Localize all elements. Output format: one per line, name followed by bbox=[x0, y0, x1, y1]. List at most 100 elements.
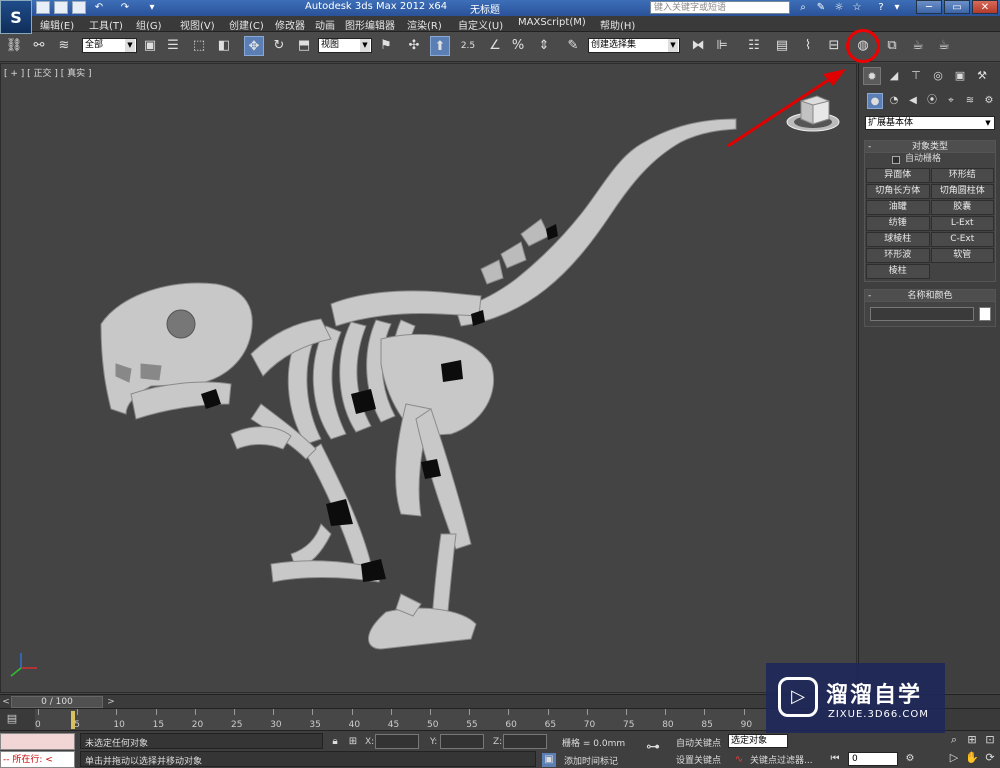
close-button[interactable]: ✕ bbox=[972, 0, 998, 14]
menu-rendering[interactable]: 渲染(R) bbox=[407, 17, 442, 32]
menu-tools[interactable]: 工具(T) bbox=[89, 17, 123, 32]
autogrid-checkbox[interactable] bbox=[892, 156, 900, 164]
maxscript-listener-input[interactable] bbox=[0, 733, 75, 750]
communication-icon[interactable]: ☼ bbox=[832, 1, 846, 14]
chamfer-box-button[interactable]: 切角长方体 bbox=[866, 184, 930, 199]
zoom-extents-icon[interactable]: ⊡ bbox=[982, 732, 998, 748]
viewport-front[interactable]: [ + ] [ 正交 ] [ 真实 ] bbox=[0, 63, 857, 693]
l-ext-button[interactable]: L-Ext bbox=[930, 216, 994, 231]
menu-edit[interactable]: 编辑(E) bbox=[40, 17, 74, 32]
display-tab-icon[interactable]: ▣ bbox=[951, 67, 969, 85]
gengon-button[interactable]: 球棱柱 bbox=[866, 232, 930, 247]
add-time-tag-button[interactable]: 添加时间标记 bbox=[564, 754, 618, 767]
menu-group[interactable]: 组(G) bbox=[136, 17, 162, 32]
time-slider-prev-icon[interactable]: < bbox=[1, 695, 11, 709]
menu-views[interactable]: 视图(V) bbox=[180, 17, 215, 32]
menu-customize[interactable]: 自定义(U) bbox=[458, 17, 503, 32]
orbit-icon[interactable]: ⟳ bbox=[982, 750, 998, 766]
object-type-rollout-header[interactable]: - 对象类型 bbox=[865, 141, 995, 153]
menu-maxscript[interactable]: MAXScript(M) bbox=[518, 17, 586, 28]
restore-button[interactable]: ▭ bbox=[944, 0, 970, 14]
minimize-button[interactable]: ─ bbox=[916, 0, 942, 14]
set-key-button[interactable]: 设置关键点 bbox=[676, 753, 721, 766]
help-icon[interactable]: ? bbox=[874, 1, 888, 14]
systems-icon[interactable]: ⚙ bbox=[981, 93, 997, 109]
save-file-icon[interactable] bbox=[72, 1, 86, 14]
create-tab-icon[interactable]: ✹ bbox=[863, 67, 881, 85]
oil-tank-button[interactable]: 油罐 bbox=[866, 200, 930, 215]
named-selection-dropdown[interactable]: 创建选择集 ▼ bbox=[588, 38, 680, 53]
maxscript-output[interactable]: -- 所在行: < bbox=[0, 751, 75, 768]
name-color-rollout-header[interactable]: - 名称和颜色 bbox=[865, 290, 995, 302]
motion-tab-icon[interactable]: ◎ bbox=[929, 67, 947, 85]
unlink-icon[interactable]: ⚯ bbox=[29, 36, 49, 56]
time-slider-thumb[interactable]: 0 / 100 bbox=[11, 696, 103, 708]
keyboard-shortcut-override-icon[interactable]: ⬆ bbox=[430, 36, 450, 56]
key-filters-button[interactable]: 关键点过滤器... bbox=[750, 753, 813, 766]
modify-tab-icon[interactable]: ◢ bbox=[885, 67, 903, 85]
link-icon[interactable]: ⛓ bbox=[4, 36, 24, 56]
window-crossing-icon[interactable]: ◧ bbox=[214, 36, 234, 56]
render-setup-icon[interactable]: ⧉ bbox=[882, 36, 902, 56]
select-object-icon[interactable]: ▣ bbox=[140, 36, 160, 56]
current-frame-input[interactable]: 0 bbox=[848, 752, 898, 766]
prism-button[interactable]: 棱柱 bbox=[866, 264, 930, 279]
geometry-icon[interactable]: ● bbox=[867, 93, 883, 109]
rendered-frame-window-icon[interactable]: ☕ bbox=[908, 36, 928, 56]
new-file-icon[interactable] bbox=[36, 1, 50, 14]
absolute-mode-icon[interactable]: ⊞ bbox=[346, 735, 360, 749]
undo-icon[interactable]: ↶ bbox=[92, 1, 106, 14]
hedra-button[interactable]: 异面体 bbox=[866, 168, 930, 183]
select-by-name-icon[interactable]: ☰ bbox=[163, 36, 183, 56]
bind-space-warp-icon[interactable]: ≋ bbox=[54, 36, 74, 56]
align-icon[interactable]: ⊫ bbox=[712, 36, 732, 56]
x-coordinate-input[interactable] bbox=[375, 734, 419, 749]
subscription-icon[interactable]: ✎ bbox=[814, 1, 828, 14]
angle-snap-icon[interactable]: ∠ bbox=[485, 36, 505, 56]
hose-button[interactable]: 软管 bbox=[930, 248, 994, 263]
key-selection-dropdown[interactable]: 选定对象 bbox=[728, 734, 788, 748]
menu-help[interactable]: 帮助(H) bbox=[600, 17, 635, 32]
open-file-icon[interactable] bbox=[54, 1, 68, 14]
edit-named-selection-icon[interactable]: ✎ bbox=[563, 36, 583, 56]
utilities-tab-icon[interactable]: ⚒ bbox=[973, 67, 991, 85]
graphite-modeling-icon[interactable]: ▤ bbox=[772, 36, 792, 56]
track-bar-toggle-icon[interactable]: ▤ bbox=[4, 712, 20, 728]
chamfer-cyl-button[interactable]: 切角圆柱体 bbox=[930, 184, 994, 199]
reference-coordinate-dropdown[interactable]: 视图 ▼ bbox=[318, 38, 372, 53]
time-slider-next-icon[interactable]: > bbox=[106, 695, 116, 709]
cameras-icon[interactable]: ⦿ bbox=[924, 93, 940, 109]
quick-access-dropdown-icon[interactable]: ▾ bbox=[145, 1, 159, 14]
rectangular-selection-icon[interactable]: ⬚ bbox=[189, 36, 209, 56]
redo-icon[interactable]: ↷ bbox=[118, 1, 132, 14]
time-tag-icon[interactable]: ▣ bbox=[542, 753, 556, 767]
search-input[interactable]: 键入关键字或短语 bbox=[650, 1, 790, 14]
schematic-view-icon[interactable]: ⊟ bbox=[824, 36, 844, 56]
z-coordinate-input[interactable] bbox=[503, 734, 547, 749]
app-logo-icon[interactable]: S bbox=[0, 0, 32, 34]
helpers-icon[interactable]: ⌖ bbox=[943, 93, 959, 109]
space-warps-icon[interactable]: ≋ bbox=[962, 93, 978, 109]
select-manipulate-icon[interactable]: ✣ bbox=[404, 36, 424, 56]
auto-key-button[interactable]: 自动关键点 bbox=[676, 736, 721, 749]
zoom-all-icon[interactable]: ⊞ bbox=[964, 732, 980, 748]
go-to-start-icon[interactable]: ⏮ bbox=[828, 752, 842, 766]
autogrid-checkbox-row[interactable]: 自动栅格 bbox=[865, 153, 995, 166]
select-and-rotate-icon[interactable]: ↻ bbox=[269, 36, 289, 56]
render-production-icon[interactable]: ☕ bbox=[934, 36, 954, 56]
menu-modifiers[interactable]: 修改器 bbox=[275, 17, 305, 32]
c-ext-button[interactable]: C-Ext bbox=[930, 232, 994, 247]
layer-manager-icon[interactable]: ☷ bbox=[744, 36, 764, 56]
capsule-button[interactable]: 胶囊 bbox=[930, 200, 994, 215]
menu-graph-editors[interactable]: 图形编辑器 bbox=[345, 17, 395, 32]
selection-filter-dropdown[interactable]: 全部 ▼ bbox=[82, 38, 137, 53]
lock-selection-icon[interactable]: 🔒︎ bbox=[328, 735, 342, 749]
track-bar-ruler[interactable] bbox=[35, 709, 800, 731]
select-and-move-icon[interactable]: ✥ bbox=[244, 36, 264, 56]
lights-icon[interactable]: ◀ bbox=[905, 93, 921, 109]
object-color-swatch[interactable] bbox=[979, 307, 991, 321]
hierarchy-tab-icon[interactable]: ⊤ bbox=[907, 67, 925, 85]
key-icon[interactable]: ⊶ bbox=[646, 739, 660, 755]
torus-knot-button[interactable]: 环形结 bbox=[930, 168, 994, 183]
spinner-snap-icon[interactable]: ⇕ bbox=[534, 36, 554, 56]
